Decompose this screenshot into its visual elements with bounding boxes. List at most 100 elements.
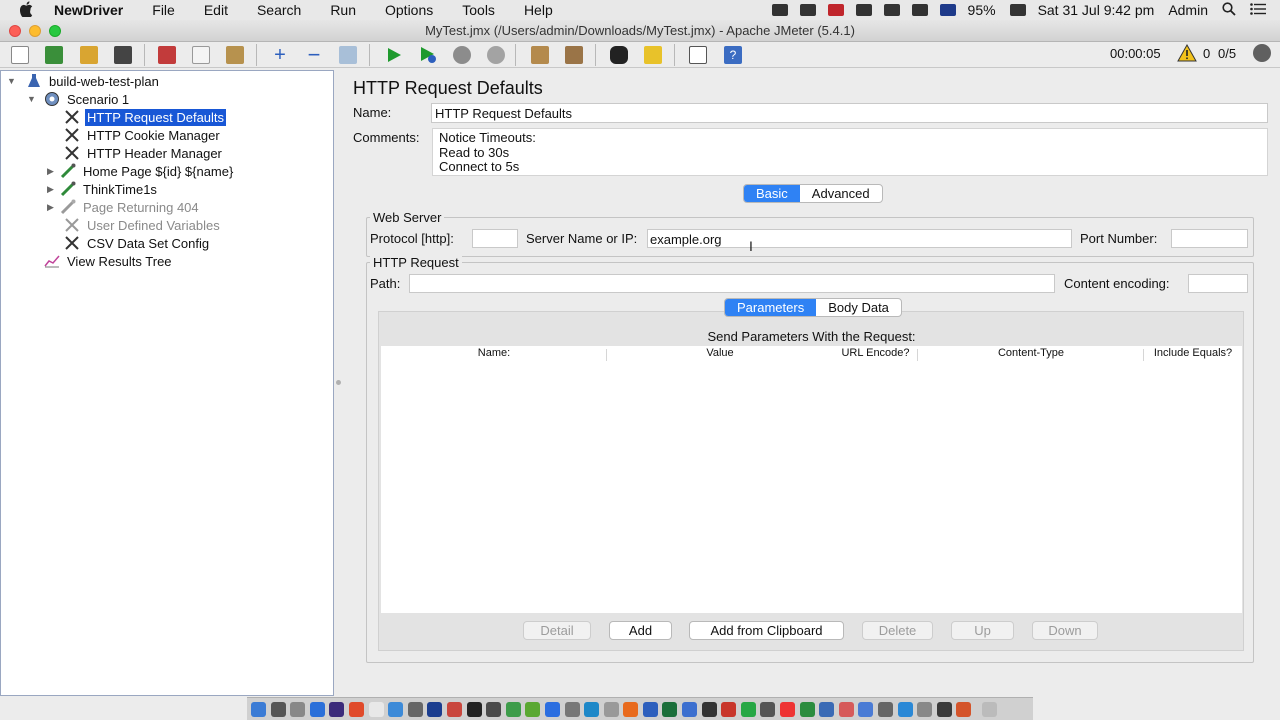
battery-icon[interactable] <box>1009 4 1026 16</box>
premiere-icon[interactable] <box>329 701 345 717</box>
name-field[interactable]: HTTP Request Defaults <box>431 103 1268 123</box>
tab-parameters[interactable]: Parameters <box>725 299 817 316</box>
app-icon[interactable] <box>662 701 678 717</box>
app-icon[interactable] <box>838 701 854 717</box>
apple-icon[interactable] <box>19 0 36 20</box>
tab-advanced[interactable]: Advanced <box>800 185 882 202</box>
launchpad-icon[interactable] <box>270 701 286 717</box>
tree-node-page-404[interactable]: ▶ Page Returning 404 <box>47 198 201 216</box>
photoshop-icon[interactable] <box>427 701 443 717</box>
app-icon[interactable] <box>505 701 521 717</box>
system-preferences-icon[interactable] <box>290 701 306 717</box>
column-header-name[interactable]: Name: <box>381 347 607 359</box>
firefox-icon[interactable] <box>623 701 639 717</box>
tree-node-user-defined-variables[interactable]: User Defined Variables <box>51 216 222 234</box>
tree-node-scenario[interactable]: ▼ Scenario 1 <box>27 90 131 108</box>
whatsapp-icon[interactable] <box>740 701 756 717</box>
utility-icon[interactable] <box>407 701 423 717</box>
menu-options[interactable]: Options <box>385 2 433 18</box>
menu-help[interactable]: Help <box>524 2 553 18</box>
collapse-all-button[interactable]: − <box>302 42 326 67</box>
column-header-content-type[interactable]: Content-Type <box>918 347 1144 359</box>
app-icon[interactable] <box>936 701 952 717</box>
open-button[interactable] <box>77 43 101 67</box>
tab-body-data[interactable]: Body Data <box>816 299 901 316</box>
jmeter-icon[interactable] <box>956 701 972 717</box>
safari-icon[interactable] <box>388 701 404 717</box>
column-header-include-equals[interactable]: Include Equals? <box>1144 347 1242 359</box>
app-icon[interactable] <box>603 701 619 717</box>
notification-center-icon[interactable] <box>1250 2 1266 18</box>
toggle-button[interactable] <box>336 43 360 67</box>
tree-node-http-request-defaults[interactable]: HTTP Request Defaults <box>51 108 227 126</box>
app-icon[interactable] <box>897 701 913 717</box>
app-icon[interactable] <box>760 701 776 717</box>
content-encoding-input[interactable] <box>1188 274 1248 293</box>
templates-button[interactable] <box>42 43 66 67</box>
app-icon[interactable] <box>917 701 933 717</box>
add-button[interactable]: Add <box>609 621 672 640</box>
warning-icon[interactable] <box>1177 44 1197 62</box>
collapse-arrow-icon[interactable]: ▶ <box>47 184 59 195</box>
expand-arrow-icon[interactable]: ▼ <box>7 76 19 86</box>
chrome-icon[interactable] <box>368 701 384 717</box>
tree-node-csv-data-set[interactable]: CSV Data Set Config <box>51 234 211 252</box>
trash-icon[interactable] <box>981 701 997 717</box>
app-icon[interactable] <box>486 701 502 717</box>
app-icon[interactable] <box>525 701 541 717</box>
tree-node-home-page[interactable]: ▶ Home Page ${id} ${name} <box>47 162 235 180</box>
menu-search[interactable]: Search <box>257 2 301 18</box>
camera-icon[interactable] <box>771 4 788 16</box>
app-icon[interactable] <box>701 701 717 717</box>
comments-field[interactable]: Notice Timeouts: Read to 30s Connect to … <box>432 128 1268 176</box>
function-helper-button[interactable] <box>686 43 710 67</box>
tree-node-cookie-manager[interactable]: HTTP Cookie Manager <box>51 126 222 144</box>
parameters-table[interactable] <box>381 346 1242 613</box>
app-icon[interactable] <box>446 701 462 717</box>
recorder-icon[interactable] <box>827 4 844 16</box>
tree-node-header-manager[interactable]: HTTP Header Manager <box>51 144 224 162</box>
app-icon[interactable] <box>721 701 737 717</box>
tree-node-thinktime[interactable]: ▶ ThinkTime1s <box>47 180 159 198</box>
clock[interactable]: Sat 31 Jul 9:42 pm <box>1038 2 1155 18</box>
tree-node-test-plan[interactable]: ▼ build-web-test-plan <box>7 72 161 90</box>
port-input[interactable] <box>1171 229 1248 248</box>
server-name-input[interactable]: example.org <box>647 229 1072 248</box>
start-button[interactable] <box>382 43 406 67</box>
app-icon[interactable] <box>682 701 698 717</box>
app-icon[interactable] <box>858 701 874 717</box>
menu-file[interactable]: File <box>152 2 175 18</box>
column-header-value[interactable]: Value <box>607 347 833 359</box>
search-button[interactable] <box>607 43 631 67</box>
cut-button[interactable] <box>155 43 179 67</box>
start-no-pauses-button[interactable] <box>416 43 440 67</box>
shutdown-button[interactable] <box>484 43 508 67</box>
app-icon[interactable] <box>799 701 815 717</box>
new-plan-button[interactable] <box>8 43 32 67</box>
user-menu[interactable]: Admin <box>1168 2 1208 18</box>
path-input[interactable] <box>409 274 1055 293</box>
menu-app-name[interactable]: NewDriver <box>54 2 123 18</box>
clear-button[interactable] <box>528 43 552 67</box>
tree-node-view-results-tree[interactable]: View Results Tree <box>31 252 174 270</box>
spotlight-icon[interactable] <box>1222 1 1236 19</box>
detail-button[interactable]: Detail <box>523 621 591 640</box>
skype-icon[interactable] <box>309 701 325 717</box>
docker-icon[interactable] <box>584 701 600 717</box>
flag-icon[interactable] <box>939 4 956 16</box>
up-button[interactable]: Up <box>951 621 1014 640</box>
save-button[interactable] <box>111 43 135 67</box>
copy-button[interactable] <box>189 43 213 67</box>
splitter-handle[interactable] <box>336 380 341 385</box>
menu-tools[interactable]: Tools <box>462 2 495 18</box>
tab-basic[interactable]: Basic <box>744 185 800 202</box>
protocol-input[interactable] <box>472 229 518 248</box>
terminal-icon[interactable] <box>466 701 482 717</box>
reset-search-button[interactable] <box>641 43 665 67</box>
down-button[interactable]: Down <box>1032 621 1098 640</box>
menu-run[interactable]: Run <box>330 2 356 18</box>
collapse-arrow-icon[interactable]: ▶ <box>47 166 59 177</box>
stop-button[interactable] <box>450 43 474 67</box>
column-header-url-encode[interactable]: URL Encode? <box>833 347 918 359</box>
paste-button[interactable] <box>223 43 247 67</box>
